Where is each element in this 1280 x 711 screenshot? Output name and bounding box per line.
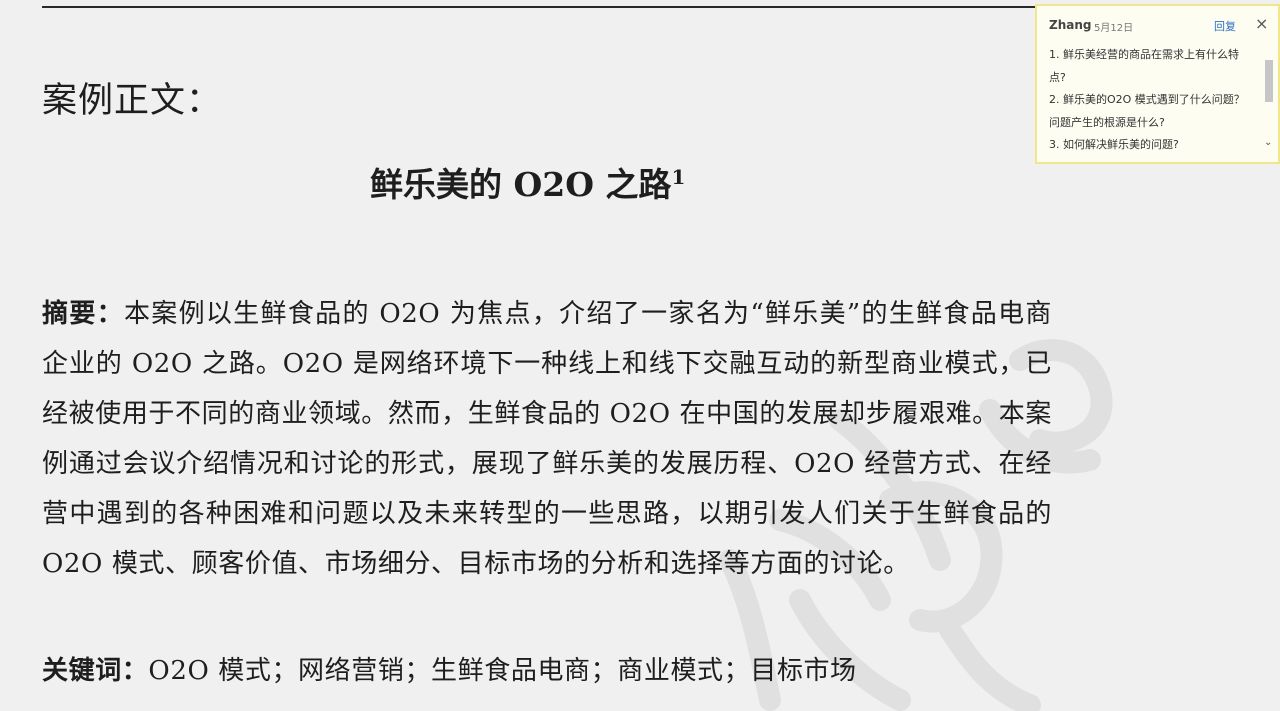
comment-close-icon[interactable]: × (1255, 15, 1268, 33)
comment-scrollbar[interactable]: ⌄ (1263, 56, 1275, 156)
comment-date: 5月12日 (1094, 23, 1134, 34)
comment-balloon[interactable]: Zhang 5月12日 回复 × 1. 鲜乐美经营的商品在需求上有什么特点? 2… (1035, 4, 1280, 164)
comment-reply-button[interactable]: 回复 (1214, 18, 1236, 34)
case-title: 鲜乐美的 O2O 之路1 (370, 158, 685, 206)
case-title-text: 鲜乐美的 O2O 之路 (370, 165, 672, 204)
page-top-rule (42, 6, 1042, 8)
keywords-text: O2O 模式；网络营销；生鲜食品电商；商业模式；目标市场 (148, 656, 857, 686)
section-heading: 案例正文： (42, 81, 223, 121)
keywords-line: 关键词：O2O 模式；网络营销；生鲜食品电商；商业模式；目标市场 (42, 646, 1052, 696)
document-page: 案例正文： 鲜乐美的 O2O 之路1 摘要：本案例以生鲜食品的 O2O 为焦点，… (0, 0, 1280, 711)
comment-item: 3. 如何解决鲜乐美的问题? (1049, 138, 1179, 151)
comment-author: Zhang (1049, 18, 1092, 32)
comment-item: 1. 鲜乐美经营的商品在需求上有什么特点? (1049, 48, 1239, 84)
abstract-text: 本案例以生鲜食品的 O2O 为焦点，介绍了一家名为“鲜乐美”的生鲜食品电商企业的… (42, 299, 1052, 579)
footnote-marker: 1 (671, 165, 686, 189)
keywords-label: 关键词： (42, 656, 149, 686)
comment-item: 2. 鲜乐美的O2O 模式遇到了什么问题？问题产生的根源是什么? (1049, 93, 1245, 129)
abstract-paragraph: 摘要：本案例以生鲜食品的 O2O 为焦点，介绍了一家名为“鲜乐美”的生鲜食品电商… (42, 289, 1052, 589)
chevron-down-icon[interactable]: ⌄ (1264, 138, 1272, 148)
comment-body: 1. 鲜乐美经营的商品在需求上有什么特点? 2. 鲜乐美的O2O 模式遇到了什么… (1049, 44, 1254, 157)
abstract-label: 摘要： (42, 299, 124, 329)
comment-header: Zhang 5月12日 回复 × (1049, 15, 1274, 35)
scrollbar-thumb[interactable] (1265, 60, 1273, 102)
